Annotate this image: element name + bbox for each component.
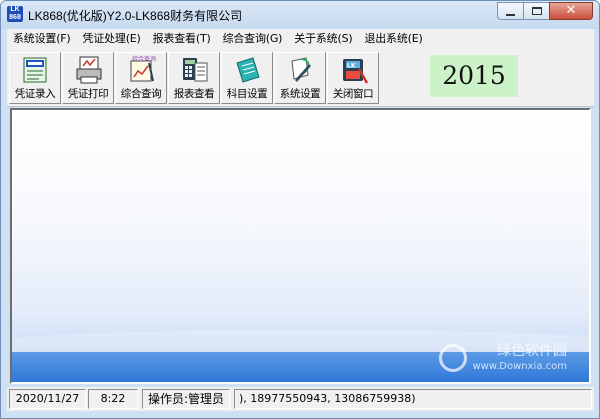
status-operator: 操作员:管理员 <box>142 389 230 409</box>
account-setup-button[interactable]: 科目设置 <box>221 52 273 104</box>
close-button[interactable]: ✕ <box>549 2 593 20</box>
menu-query[interactable]: 综合查询(G) <box>217 29 289 49</box>
maximize-button[interactable] <box>523 2 549 20</box>
menu-exit[interactable]: 退出系统(E) <box>358 29 428 49</box>
minimize-button[interactable] <box>497 2 523 20</box>
status-bar: 2020/11/27 8:22 操作员:管理员 ), 18977550943, … <box>7 387 594 411</box>
menu-system-settings[interactable]: 系统设置(F) <box>7 29 77 49</box>
title-bar[interactable]: LK 868 LK868(优化版)Y2.0-LK868财务有限公司 ✕ <box>1 1 599 29</box>
account-setup-icon <box>236 57 260 83</box>
window-controls: ✕ <box>497 2 593 20</box>
query-icon: 综合查询 <box>130 55 156 82</box>
report-button[interactable]: 报表查看 <box>168 52 220 104</box>
year-badge: 2015 <box>430 55 518 97</box>
close-window-icon: LK <box>343 59 369 84</box>
main-workspace[interactable]: 绿色软件园 www.Downxia.com <box>10 108 591 384</box>
app-window: LK 868 LK868(优化版)Y2.0-LK868财务有限公司 ✕ 系统设置… <box>0 0 600 419</box>
voucher-print-button[interactable]: 凭证打印 <box>62 52 114 104</box>
menu-about[interactable]: 关于系统(S) <box>288 29 358 49</box>
status-date: 2020/11/27 <box>9 389 86 409</box>
toolbar-label: 报表查看 <box>173 88 215 100</box>
toolbar: 凭证录入 凭证打印 综合查询 综合查询 报表查看 科目设置 系统设置 LK 关闭… <box>7 49 594 107</box>
window-title: LK868(优化版)Y2.0-LK868财务有限公司 <box>28 9 243 23</box>
status-time: 8:22 <box>88 389 138 409</box>
toolbar-label: 凭证录入 <box>14 88 56 100</box>
toolbar-label: 系统设置 <box>279 88 321 100</box>
menu-bar: 系统设置(F) 凭证处理(E) 报表查看(T) 综合查询(G) 关于系统(S) … <box>7 29 594 49</box>
app-logo-icon: LK 868 <box>7 6 23 22</box>
close-window-button[interactable]: LK 关闭窗口 <box>327 52 379 104</box>
toolbar-label: 科目设置 <box>226 88 268 100</box>
watermark-text: 绿色软件园 <box>497 343 567 359</box>
report-icon <box>183 58 208 82</box>
system-settings-button[interactable]: 系统设置 <box>274 52 326 104</box>
watermark: 绿色软件园 www.Downxia.com <box>438 343 568 374</box>
voucher-print-icon <box>76 56 102 84</box>
minimize-icon <box>506 14 515 16</box>
system-settings-icon <box>291 57 311 82</box>
svg-text:LK: LK <box>347 63 356 70</box>
watermark-logo-icon <box>438 344 467 372</box>
close-icon: ✕ <box>565 3 577 18</box>
watermark-url: www.Downxia.com <box>472 361 568 372</box>
toolbar-label: 综合查询 <box>120 88 162 100</box>
menu-voucher-processing[interactable]: 凭证处理(E) <box>77 29 147 49</box>
toolbar-label: 凭证打印 <box>67 88 109 100</box>
voucher-entry-button[interactable]: 凭证录入 <box>9 52 61 104</box>
maximize-icon <box>532 7 542 15</box>
toolbar-label: 关闭窗口 <box>332 88 374 100</box>
status-contact: ), 18977550943, 13086759938) <box>234 389 592 409</box>
menu-report-view[interactable]: 报表查看(T) <box>147 29 217 49</box>
voucher-entry-icon <box>23 57 47 83</box>
svg-text:综合查询: 综合查询 <box>132 55 156 63</box>
query-button[interactable]: 综合查询 综合查询 <box>115 52 167 104</box>
